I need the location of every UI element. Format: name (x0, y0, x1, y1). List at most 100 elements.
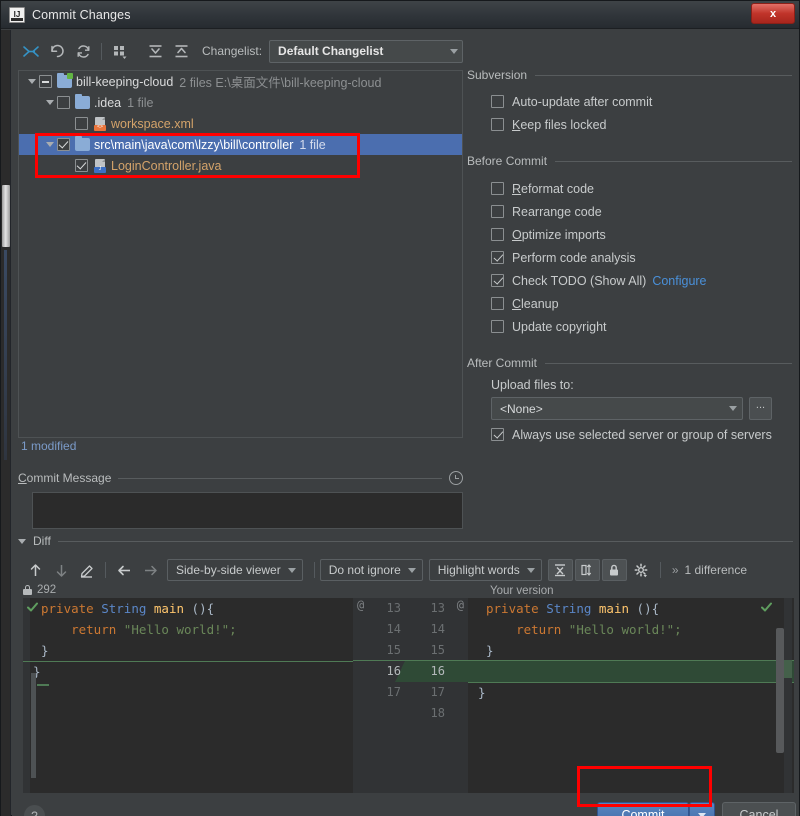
tree-checkbox[interactable] (39, 75, 52, 88)
chevron-down-icon[interactable] (43, 96, 56, 109)
right-line-number: 17 (430, 685, 445, 699)
accept-change-icon[interactable] (27, 602, 38, 613)
group-by-icon[interactable] (107, 39, 133, 63)
expand-all-icon[interactable] (142, 39, 168, 63)
checkbox[interactable] (491, 228, 504, 241)
option-perform-code-analysis[interactable]: Perform code analysis (467, 246, 792, 269)
apply-right-icon[interactable] (137, 558, 163, 582)
commit-dropdown-button[interactable] (689, 802, 715, 816)
option-cleanup[interactable]: Cleanup (467, 292, 792, 315)
chevron-down-icon (729, 406, 737, 411)
divider (535, 74, 792, 76)
option-auto-update-after-commit[interactable]: Auto-update after commit (467, 90, 792, 113)
right-line-number: 16 (430, 664, 445, 678)
ignore-mode-combo[interactable]: Do not ignore (319, 559, 423, 581)
changelist-combo[interactable]: Default Changelist (269, 39, 463, 63)
read-only-lock-icon[interactable] (601, 559, 627, 581)
checkbox[interactable] (491, 95, 504, 108)
left-fold-thumb[interactable] (31, 673, 36, 778)
commit-button[interactable]: Comm i t (597, 802, 689, 816)
browse-button[interactable]: ... (749, 397, 772, 420)
hunk-marker: @ (456, 598, 464, 612)
tree-item-meta: 1 file (127, 95, 154, 110)
checkbox[interactable] (491, 205, 504, 218)
tree-checkbox[interactable] (75, 159, 88, 172)
left-line-number: 14 (386, 622, 401, 636)
code-line: private String main (){ (41, 601, 215, 616)
refresh-icon[interactable] (70, 39, 96, 63)
checkbox[interactable] (491, 320, 504, 333)
rollback-icon[interactable] (44, 39, 70, 63)
tree-row[interactable]: J LoginController.java (19, 155, 462, 176)
synchronize-scrolling-icon[interactable] (574, 559, 600, 581)
left-fold-gutter[interactable] (23, 598, 30, 793)
close-icon[interactable]: x (751, 3, 795, 24)
left-line-number: 16 (386, 664, 401, 678)
diff-left-pane[interactable]: private String main (){ return "Hello wo… (23, 598, 353, 793)
readonly-indicator: 292 (23, 584, 56, 596)
checkbox[interactable] (491, 274, 504, 287)
scrollbar-thumb[interactable] (2, 185, 10, 247)
option-reformat-code[interactable]: Reformat code (467, 177, 792, 200)
highlight-mode-value: Highlight words (437, 563, 520, 577)
toolbar-separator (105, 562, 106, 578)
diff-section-header[interactable]: Diff (18, 533, 793, 549)
right-pane-title: Your version (490, 585, 554, 597)
diff-right-pane[interactable]: private String main (){ return "Hello wo… (468, 598, 794, 793)
scrollbar-track[interactable] (4, 250, 7, 460)
right-line-number: 14 (430, 622, 445, 636)
option-update-copyright[interactable]: Update copyright (467, 315, 792, 338)
tree-row[interactable]: src\main\java\com\lzzy\bill\controller 1… (19, 134, 462, 155)
tree-checkbox[interactable] (75, 117, 88, 130)
option-rearrange-code[interactable]: Rearrange code (467, 200, 792, 223)
tree-row[interactable]: bill-keeping-cloud 2 files E:\桌面文件\bill-… (19, 71, 462, 92)
chevron-down-icon[interactable] (25, 75, 38, 88)
changelist-value: Default Changelist (278, 44, 384, 58)
xml-file-icon: <> (93, 116, 107, 131)
checkbox[interactable] (491, 118, 504, 131)
window-scrollbar[interactable] (1, 30, 11, 816)
collapse-all-icon[interactable] (168, 39, 194, 63)
apply-left-icon[interactable] (111, 558, 137, 582)
tree-item-label: workspace.xml (111, 116, 194, 131)
clock-icon[interactable] (449, 471, 463, 485)
checkbox[interactable] (491, 297, 504, 310)
diff-viewer[interactable]: private String main (){ return "Hello wo… (23, 598, 794, 793)
tree-row[interactable]: <> workspace.xml (19, 113, 462, 134)
changes-tree[interactable]: bill-keeping-cloud 2 files E:\桌面文件\bill-… (18, 70, 463, 438)
chevron-down-icon[interactable] (18, 538, 26, 544)
configure-link[interactable]: Configure (652, 274, 706, 288)
folder-icon (75, 93, 90, 109)
more-options-icon[interactable]: » (672, 563, 679, 577)
cancel-button[interactable]: Cancel (722, 802, 796, 816)
window-titlebar: Commit Changes x (1, 1, 799, 29)
option-keep-files-locked[interactable]: Keep files locked (467, 113, 792, 136)
section-title: Diff (33, 534, 51, 548)
collapse-selection-icon[interactable] (18, 39, 44, 63)
checkbox[interactable] (491, 182, 504, 195)
checkbox[interactable] (491, 428, 504, 441)
help-button[interactable]: ? (24, 805, 45, 816)
commit-message-header: Commit Message (18, 470, 463, 486)
lock-icon (23, 585, 32, 595)
commit-message-input[interactable] (32, 492, 463, 529)
tree-checkbox[interactable] (57, 96, 70, 109)
previous-difference-icon[interactable] (22, 558, 48, 582)
collapse-unchanged-icon[interactable] (547, 559, 573, 581)
upload-server-combo[interactable]: <None> (491, 397, 743, 420)
option-check-todo[interactable]: Check TODO (Show All) Configure (467, 269, 792, 292)
viewer-mode-combo[interactable]: Side-by-side viewer (167, 559, 303, 581)
checkbox[interactable] (491, 251, 504, 264)
option-optimize-imports[interactable]: Optimize imports (467, 223, 792, 246)
tree-checkbox[interactable] (57, 138, 70, 151)
option-label: Keep files locked (512, 117, 607, 132)
next-difference-icon[interactable] (48, 558, 74, 582)
edit-source-icon[interactable] (74, 558, 100, 582)
settings-gear-icon[interactable] (629, 558, 655, 582)
highlight-mode-combo[interactable]: Highlight words (428, 559, 542, 581)
chevron-down-icon[interactable] (43, 138, 56, 151)
option-always-use-selected-server[interactable]: Always use selected server or group of s… (467, 423, 792, 446)
diff-toolbar: Side-by-side viewer Do not ignore Highli… (22, 557, 794, 583)
tree-row[interactable]: .idea 1 file (19, 92, 462, 113)
